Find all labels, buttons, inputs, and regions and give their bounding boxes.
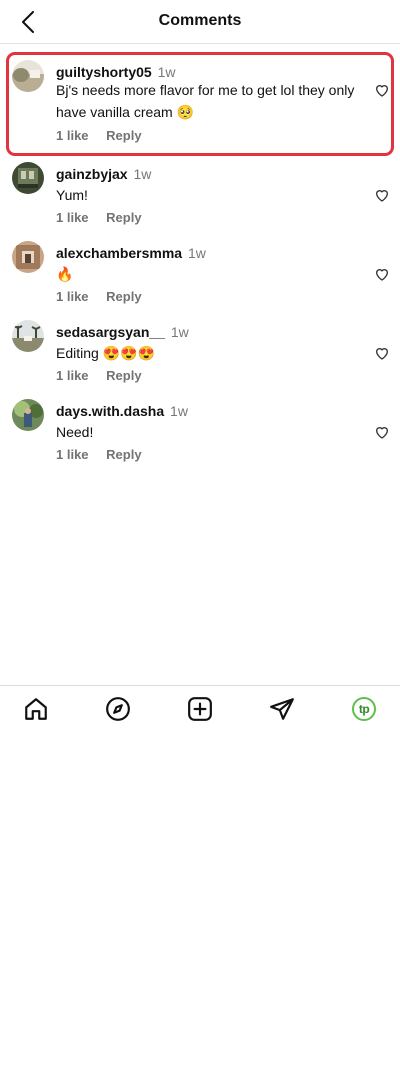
reply-button[interactable]: Reply xyxy=(106,289,141,304)
comments-list: guiltyshorty05 1w Bj's needs more flavor… xyxy=(0,52,400,472)
comment-text: 🔥 xyxy=(56,266,74,282)
like-heart-icon[interactable] xyxy=(374,424,390,440)
reply-button[interactable]: Reply xyxy=(106,128,141,143)
reply-button[interactable]: Reply xyxy=(106,368,141,383)
avatar[interactable] xyxy=(12,241,44,273)
header: Comments xyxy=(0,0,400,44)
direct-message-icon xyxy=(270,698,294,720)
reply-button[interactable]: Reply xyxy=(106,447,141,462)
like-heart-icon[interactable] xyxy=(374,82,390,98)
comment-time: 1w xyxy=(187,245,206,261)
avatar[interactable] xyxy=(12,162,44,194)
comment-time: 1w xyxy=(157,64,176,80)
nav-home[interactable] xyxy=(22,695,50,723)
comment-text: Need! xyxy=(56,424,94,440)
create-post-icon xyxy=(188,697,212,721)
comment-item: days.with.dasha 1w Need! 1 like Reply xyxy=(0,393,400,472)
like-count[interactable]: 1 like xyxy=(56,368,89,383)
page-title: Comments xyxy=(158,12,242,29)
bottom-navigation: tp xyxy=(0,685,400,731)
comment-username[interactable]: alexchambersmma xyxy=(56,245,182,261)
like-count[interactable]: 1 like xyxy=(56,447,89,462)
reply-button[interactable]: Reply xyxy=(106,210,141,225)
avatar[interactable] xyxy=(12,320,44,352)
like-count[interactable]: 1 like xyxy=(56,210,89,225)
comment-text: Bj's needs more flavor for me to get lol… xyxy=(56,82,355,120)
nav-create[interactable] xyxy=(186,695,214,723)
comment-username[interactable]: days.with.dasha xyxy=(56,403,164,419)
comment-time: 1w xyxy=(133,166,152,182)
like-count[interactable]: 1 like xyxy=(56,289,89,304)
comment-text: Yum! xyxy=(56,187,88,203)
profile-initials: tp xyxy=(358,702,370,716)
profile-avatar-icon: tp xyxy=(352,697,376,721)
nav-direct[interactable] xyxy=(268,695,296,723)
comment-time: 1w xyxy=(170,324,189,340)
comment-item: gainzbyjax 1w Yum! 1 like Reply xyxy=(0,156,400,235)
comment-text: Editing 😍😍😍 xyxy=(56,345,155,361)
comment-item: guiltyshorty05 1w Bj's needs more flavor… xyxy=(0,52,400,156)
comment-username[interactable]: sedasargsyan__ xyxy=(56,324,165,340)
explore-compass-icon xyxy=(106,697,130,721)
avatar[interactable] xyxy=(12,399,44,431)
avatar[interactable] xyxy=(12,60,44,92)
like-heart-icon[interactable] xyxy=(374,345,390,361)
comment-username[interactable]: guiltyshorty05 xyxy=(56,64,152,80)
nav-explore[interactable] xyxy=(104,695,132,723)
like-heart-icon[interactable] xyxy=(374,266,390,282)
like-heart-icon[interactable] xyxy=(374,187,390,203)
comment-time: 1w xyxy=(170,403,188,419)
comment-item: sedasargsyan__ 1w Editing 😍😍😍 1 like Rep… xyxy=(0,314,400,393)
comment-item: alexchambersmma 1w 🔥 1 like Reply xyxy=(0,235,400,314)
home-icon xyxy=(25,698,47,720)
like-count[interactable]: 1 like xyxy=(56,128,89,143)
comment-username[interactable]: gainzbyjax xyxy=(56,166,128,182)
nav-profile[interactable]: tp xyxy=(350,695,378,723)
